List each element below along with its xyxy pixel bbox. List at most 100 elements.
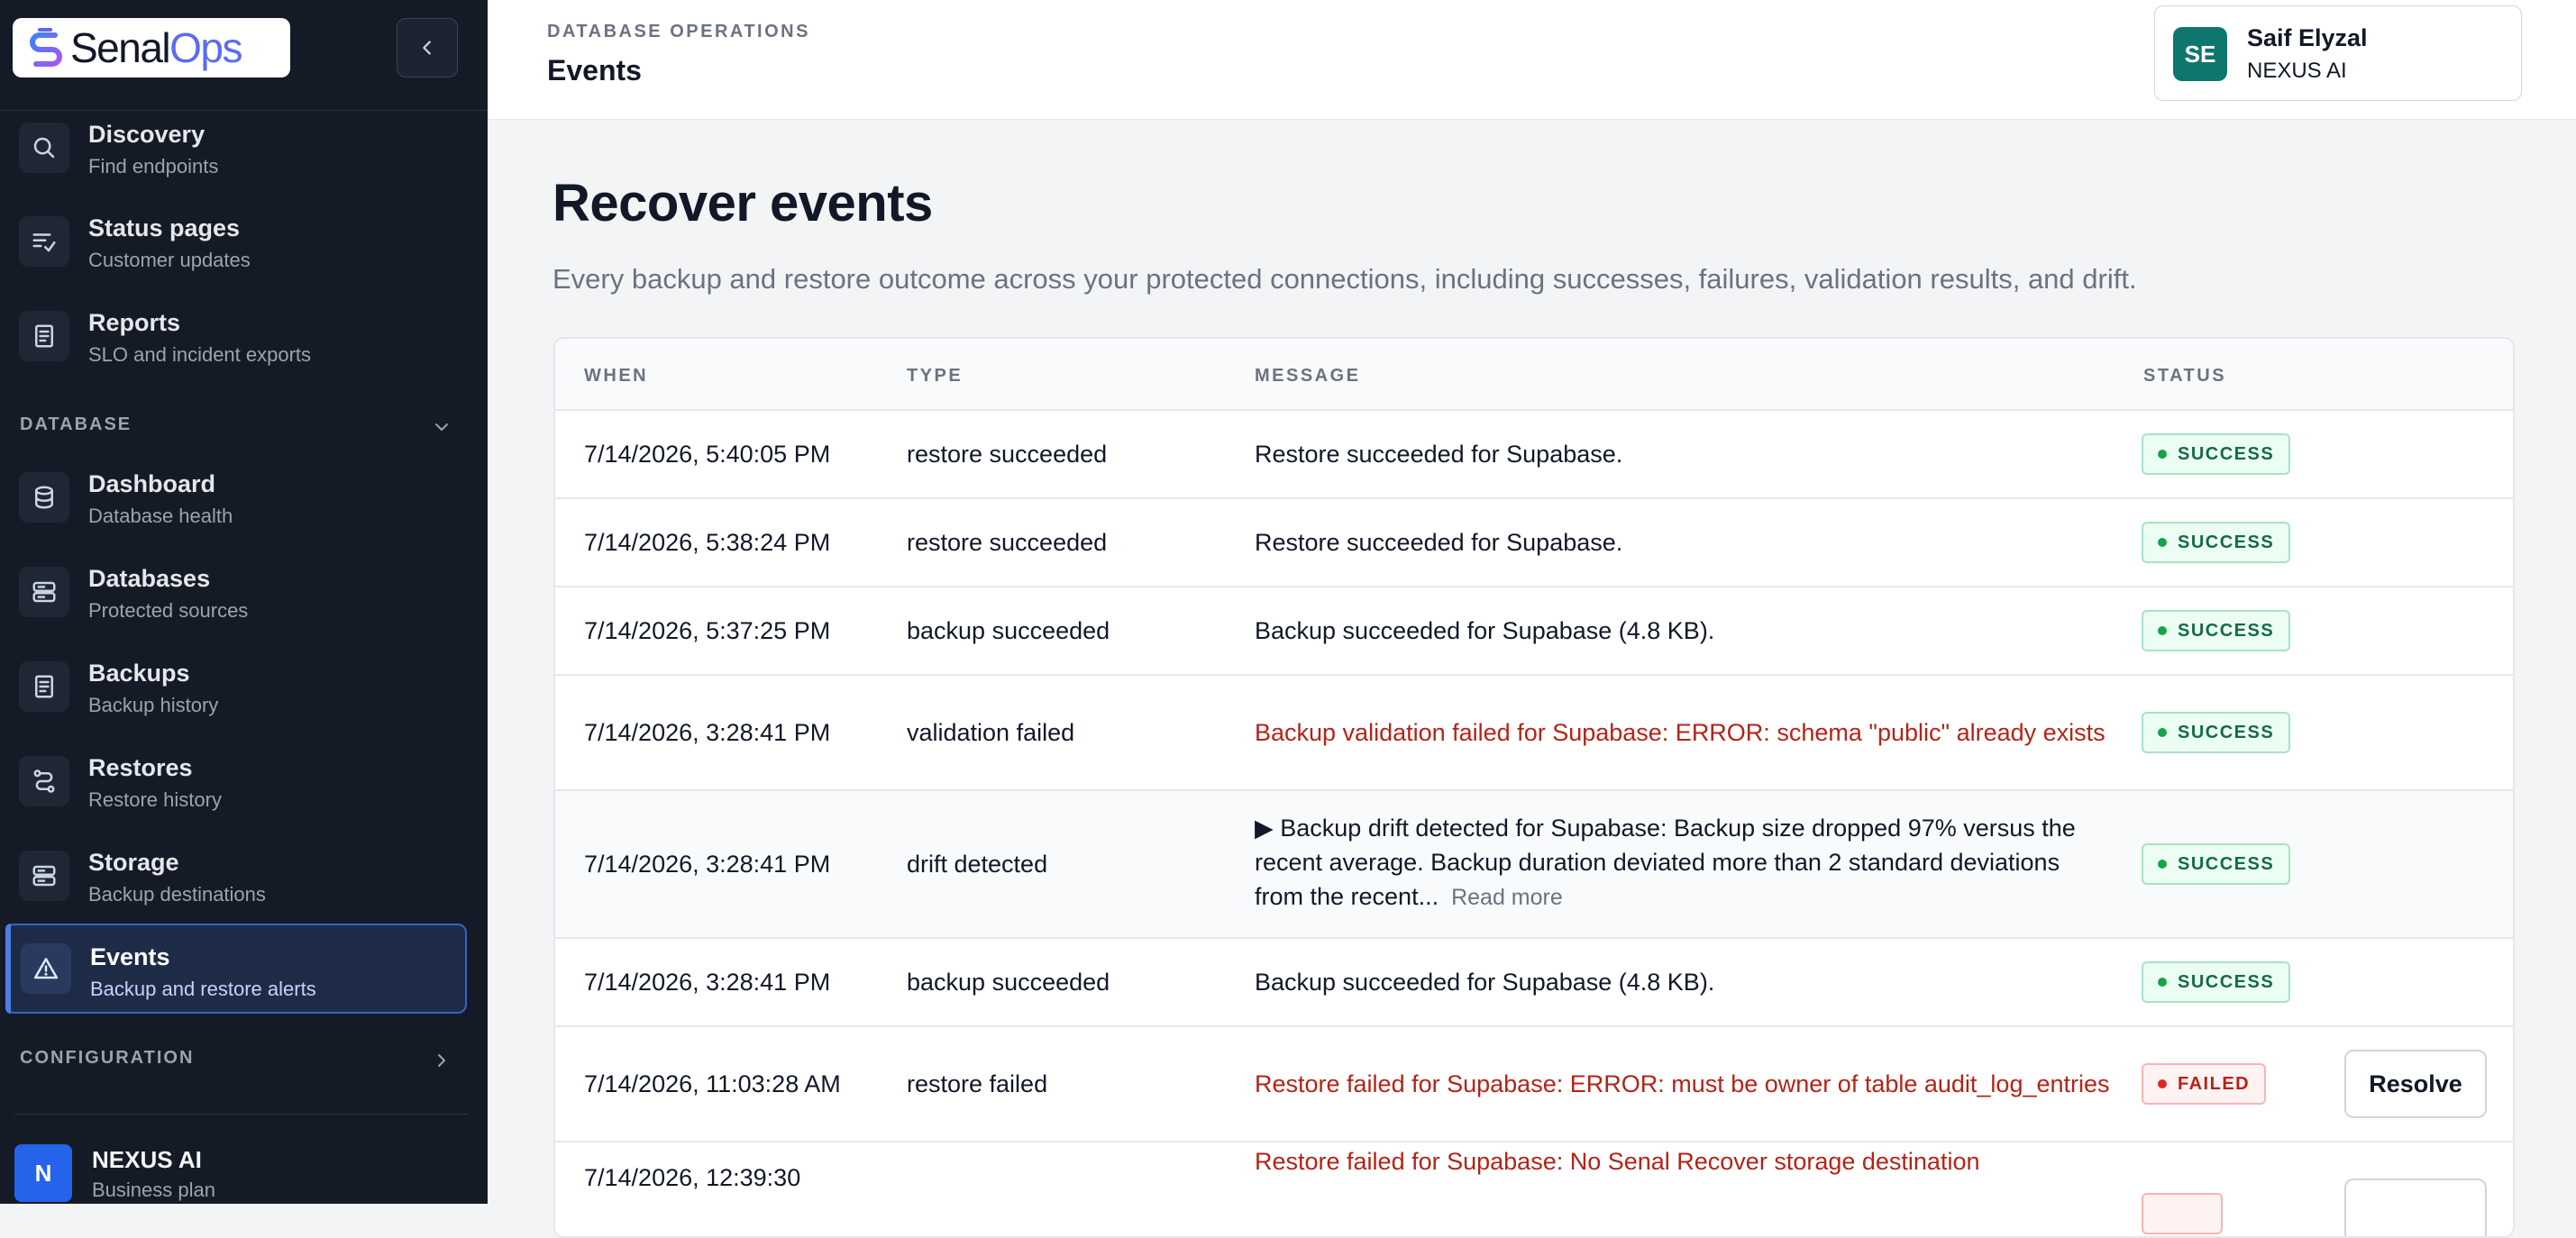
sidebar-item-label: Status pages <box>88 214 241 241</box>
column-header-status[interactable]: STATUS <box>2143 366 2226 387</box>
status-label: SUCCESS <box>2178 722 2275 742</box>
cell-message: Restore succeeded for Supabase. <box>1255 529 1623 556</box>
table-row[interactable]: 7/14/2026, 5:40:05 PM restore succeeded … <box>555 411 2513 499</box>
sidebar-item-label: Storage <box>88 849 179 876</box>
cell-message: Backup validation failed for Supabase: E… <box>1255 719 2106 746</box>
status-label: SUCCESS <box>2178 620 2275 641</box>
status-badge: SUCCESS <box>2142 522 2291 563</box>
breadcrumb: DATABASE OPERATIONS <box>547 22 810 41</box>
avatar: SE <box>2173 27 2227 81</box>
org-name: NEXUS AI <box>92 1146 202 1173</box>
column-header-type[interactable]: TYPE <box>907 366 963 387</box>
status-dot <box>2158 860 2167 869</box>
org-avatar: N <box>14 1144 72 1202</box>
table-row[interactable]: 7/14/2026, 5:38:24 PM restore succeeded … <box>555 499 2513 587</box>
sidebar-item-sublabel: Backup history <box>88 694 219 716</box>
sidebar-item-discovery[interactable]: Discovery Find endpoints <box>5 103 467 193</box>
resolve-button[interactable]: Resolve <box>2344 1050 2487 1118</box>
cell-when: 7/14/2026, 3:28:41 PM <box>584 719 831 746</box>
table-row[interactable]: 7/14/2026, 3:28:41 PM backup succeeded B… <box>555 939 2513 1027</box>
table-row[interactable]: 7/14/2026, 3:28:41 PM validation failed … <box>555 676 2513 791</box>
cell-type: backup succeeded <box>907 969 1110 996</box>
sidebar-item-sublabel: Restore history <box>88 788 222 811</box>
sidebar: SenalOps Discovery Find endpoints Status… <box>0 0 488 1204</box>
sidebar-item-label: Reports <box>88 309 181 336</box>
sidebar-item-sublabel: Backup and restore alerts <box>90 978 316 1000</box>
cell-message: ▶ Backup drift detected for Supabase: Ba… <box>1255 791 2111 937</box>
cell-type: drift detected <box>907 851 1048 878</box>
cell-when: 7/14/2026, 5:40:05 PM <box>584 441 831 468</box>
search-icon <box>19 123 69 173</box>
org-plan: Business plan <box>92 1179 215 1201</box>
cell-type: restore succeeded <box>907 441 1108 468</box>
cell-type: restore succeeded <box>907 529 1108 556</box>
sidebar-item-sublabel: Database health <box>88 505 233 527</box>
sidebar-item-databases[interactable]: Databases Protected sources <box>5 547 467 637</box>
table-row-expandable[interactable]: 7/14/2026, 3:28:41 PM drift detected ▶ B… <box>555 791 2513 939</box>
user-org: NEXUS AI <box>2247 59 2347 83</box>
sidebar-item-backups[interactable]: Backups Backup history <box>5 642 467 732</box>
sidebar-item-reports[interactable]: Reports SLO and incident exports <box>5 291 467 381</box>
column-header-when[interactable]: WHEN <box>584 366 648 387</box>
document-icon <box>19 661 69 712</box>
sidebar-item-label: Events <box>90 943 170 970</box>
cell-when: 7/14/2026, 12:39:30 <box>584 1164 801 1191</box>
sidebar-item-dashboard[interactable]: Dashboard Database health <box>5 452 467 542</box>
chevron-down-icon <box>435 423 448 431</box>
table-row[interactable]: 7/14/2026, 11:03:28 AM restore failed Re… <box>555 1027 2513 1142</box>
cell-when: 7/14/2026, 3:28:41 PM <box>584 851 831 878</box>
sidebar-item-label: Databases <box>88 565 211 592</box>
status-dot <box>2158 538 2167 547</box>
cell-when: 7/14/2026, 3:28:41 PM <box>584 969 831 996</box>
user-name: Saif Elyzal <box>2247 24 2368 51</box>
status-dot <box>2158 1079 2167 1088</box>
cell-message: Backup succeeded for Supabase (4.8 KB). <box>1255 617 1715 644</box>
checklist-icon <box>19 216 69 267</box>
resolve-button[interactable] <box>2344 1179 2487 1236</box>
org-switcher[interactable]: N NEXUS AI Business plan <box>14 1142 465 1204</box>
sidebar-item-sublabel: Protected sources <box>88 599 249 622</box>
brand-logo[interactable]: SenalOps <box>13 18 290 77</box>
sidebar-item-status-pages[interactable]: Status pages Customer updates <box>5 196 467 287</box>
status-badge: SUCCESS <box>2142 712 2291 753</box>
read-more-link[interactable]: Read more <box>1451 885 1563 910</box>
sidebar-item-sublabel: Backup destinations <box>88 883 266 906</box>
section-database-toggle[interactable]: DATABASE <box>20 414 452 441</box>
events-table: WHEN TYPE MESSAGE STATUS 7/14/2026, 5:40… <box>553 337 2515 1238</box>
cell-when: 7/14/2026, 11:03:28 AM <box>584 1070 841 1097</box>
section-label: CONFIGURATION <box>20 1048 195 1068</box>
column-header-message[interactable]: MESSAGE <box>1255 366 1361 387</box>
sidebar-item-storage[interactable]: Storage Backup destinations <box>5 831 467 921</box>
sidebar-item-events[interactable]: Events Backup and restore alerts <box>5 924 467 1014</box>
table-header: WHEN TYPE MESSAGE STATUS <box>555 339 2513 411</box>
cell-when: 7/14/2026, 5:37:25 PM <box>584 617 831 644</box>
route-icon <box>19 756 69 806</box>
server-stack-icon <box>19 567 69 617</box>
sidebar-item-sublabel: Customer updates <box>88 249 251 271</box>
chevron-right-icon <box>438 1054 445 1067</box>
drift-message: ▶ Backup drift detected for Supabase: Ba… <box>1255 815 2076 910</box>
cell-message: Backup succeeded for Supabase (4.8 KB). <box>1255 969 1715 996</box>
cell-type: backup succeeded <box>907 617 1110 644</box>
sidebar-divider <box>14 1114 469 1115</box>
status-badge: FAILED <box>2142 1063 2267 1105</box>
server-stack-icon <box>19 851 69 901</box>
table-row[interactable]: 7/14/2026, 12:39:30 Restore failed for S… <box>555 1142 2513 1236</box>
collapse-sidebar-button[interactable] <box>397 18 458 77</box>
status-badge: SUCCESS <box>2142 433 2291 475</box>
cell-message: Restore failed for Supabase: ERROR: must… <box>1255 1070 2110 1097</box>
warning-triangle-icon <box>21 943 71 994</box>
cell-when: 7/14/2026, 5:38:24 PM <box>584 529 831 556</box>
status-label: SUCCESS <box>2178 532 2275 552</box>
cell-type: restore failed <box>907 1070 1048 1097</box>
cell-type: validation failed <box>907 719 1075 746</box>
status-badge: SUCCESS <box>2142 610 2291 651</box>
table-row[interactable]: 7/14/2026, 5:37:25 PM backup succeeded B… <box>555 587 2513 676</box>
section-label: DATABASE <box>20 414 132 434</box>
status-label: SUCCESS <box>2178 971 2275 992</box>
sidebar-item-restores[interactable]: Restores Restore history <box>5 736 467 826</box>
status-badge: SUCCESS <box>2142 961 2291 1003</box>
top-header: DATABASE OPERATIONS Events SE Saif Elyza… <box>488 0 2576 120</box>
user-menu[interactable]: SE Saif Elyzal NEXUS AI <box>2154 5 2522 101</box>
section-configuration-toggle[interactable]: CONFIGURATION <box>20 1048 452 1075</box>
